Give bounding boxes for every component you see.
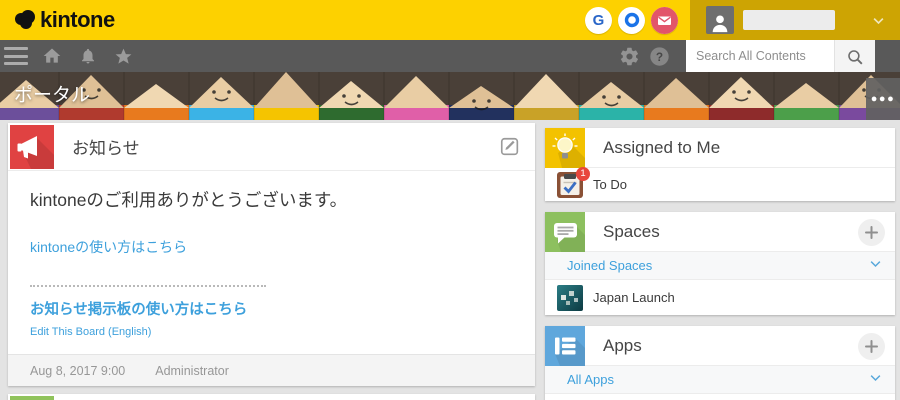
spaces-section: Spaces Joined Spaces Japan Launch xyxy=(545,212,895,315)
add-app-button[interactable] xyxy=(858,333,885,360)
app-item-row[interactable] xyxy=(545,394,895,400)
todo-app-icon: 1 xyxy=(557,172,583,198)
joined-spaces-filter[interactable]: Joined Spaces xyxy=(545,252,895,280)
japan-launch-space-icon xyxy=(557,285,583,311)
toolbar: ? xyxy=(0,40,900,72)
google-service-icon[interactable]: G xyxy=(585,7,612,34)
announcement-title: お知らせ xyxy=(72,134,140,159)
add-space-button[interactable] xyxy=(858,219,885,246)
announcement-megaphone-icon xyxy=(10,125,54,169)
blue-ring-glyph xyxy=(623,11,641,29)
kintone-logo-icon xyxy=(13,9,37,31)
announcement-meta: Aug 8, 2017 9:00 Administrator xyxy=(8,354,535,386)
apps-section: Apps All Apps xyxy=(545,326,895,400)
user-avatar xyxy=(706,6,734,34)
announcement-panel: お知らせ kintoneのご利用ありがとうございます。 kintoneの使い方は… xyxy=(8,123,535,386)
account-chevron-down-icon xyxy=(871,13,886,28)
mail-glyph xyxy=(651,7,678,34)
all-apps-link[interactable]: All Apps xyxy=(567,372,614,387)
space-item-label: Japan Launch xyxy=(593,290,675,305)
portal-cover-banner: ポータル ●●● xyxy=(0,72,900,120)
connected-services: G xyxy=(585,7,678,34)
top-bar: kintone G xyxy=(0,0,900,40)
spaces-header: Spaces xyxy=(545,212,895,252)
assigned-to-me-section: Assigned to Me 1 To Do xyxy=(545,128,895,201)
mail-service-icon[interactable] xyxy=(651,7,678,34)
announcement-greeting: kintoneのご利用ありがとうございます。 xyxy=(30,187,515,212)
space-item-row[interactable]: Japan Launch xyxy=(545,280,895,315)
apps-header: Apps xyxy=(545,326,895,366)
todo-badge-count: 1 xyxy=(576,167,590,181)
notifications-bell-icon xyxy=(10,396,54,400)
lightbulb-icon xyxy=(545,128,585,168)
google-g-glyph: G xyxy=(593,12,605,29)
search-input[interactable] xyxy=(686,40,834,72)
apps-title: Apps xyxy=(603,336,642,356)
spaces-title: Spaces xyxy=(603,222,660,242)
user-name-redacted xyxy=(743,10,835,30)
notifications-panel: Notifications xyxy=(8,394,535,400)
help-icon[interactable]: ? xyxy=(649,46,670,67)
assigned-to-me-header: Assigned to Me xyxy=(545,128,895,168)
edit-announcement-button[interactable] xyxy=(499,136,521,163)
kintone-usage-link[interactable]: kintoneの使い方はこちら xyxy=(30,237,187,257)
toolbar-right: ? xyxy=(619,40,900,72)
announcement-updated-by: Administrator xyxy=(155,364,229,378)
joined-spaces-link[interactable]: Joined Spaces xyxy=(567,258,652,273)
bell-icon[interactable] xyxy=(79,47,97,65)
right-column: Assigned to Me 1 To Do Spaces xyxy=(545,128,895,400)
announcement-body: kintoneのご利用ありがとうございます。 kintoneの使い方はこちら お… xyxy=(8,171,535,354)
board-usage-link[interactable]: お知らせ掲示板の使い方はこちら xyxy=(30,298,247,319)
toolbar-left-icons xyxy=(42,46,133,66)
all-apps-chevron-down-icon[interactable] xyxy=(868,370,883,390)
joined-spaces-chevron-down-icon[interactable] xyxy=(868,256,883,276)
announcement-updated-at: Aug 8, 2017 9:00 xyxy=(30,364,125,378)
search-box xyxy=(686,40,875,72)
chat-bubble-icon xyxy=(545,212,585,252)
all-apps-filter[interactable]: All Apps xyxy=(545,366,895,394)
left-column: お知らせ kintoneのご利用ありがとうございます。 kintoneの使い方は… xyxy=(8,123,535,400)
account-menu[interactable] xyxy=(690,0,900,40)
app-list-icon xyxy=(545,326,585,366)
logo-text: kintone xyxy=(40,7,115,33)
hamburger-menu-icon[interactable] xyxy=(4,47,28,65)
assigned-to-me-title: Assigned to Me xyxy=(603,138,720,158)
edit-board-english-link[interactable]: Edit This Board (English) xyxy=(30,326,151,338)
portal-title: ポータル xyxy=(14,80,90,107)
todo-label: To Do xyxy=(593,177,627,192)
notifications-header: Notifications xyxy=(8,394,535,400)
kintone-logo[interactable]: kintone xyxy=(0,7,115,33)
ring-service-icon[interactable] xyxy=(618,7,645,34)
dashed-divider xyxy=(30,285,266,287)
announcement-header: お知らせ xyxy=(8,123,535,171)
home-icon[interactable] xyxy=(42,46,62,66)
pencil-photo-art xyxy=(0,72,900,120)
portal-options-menu[interactable]: ●●● xyxy=(866,78,900,120)
gear-icon[interactable] xyxy=(619,46,640,67)
search-button[interactable] xyxy=(834,40,875,72)
todo-item-row[interactable]: 1 To Do xyxy=(545,168,895,201)
svg-text:?: ? xyxy=(656,49,663,63)
portal-content: お知らせ kintoneのご利用ありがとうございます。 kintoneの使い方は… xyxy=(0,120,900,400)
star-icon[interactable] xyxy=(114,47,133,66)
